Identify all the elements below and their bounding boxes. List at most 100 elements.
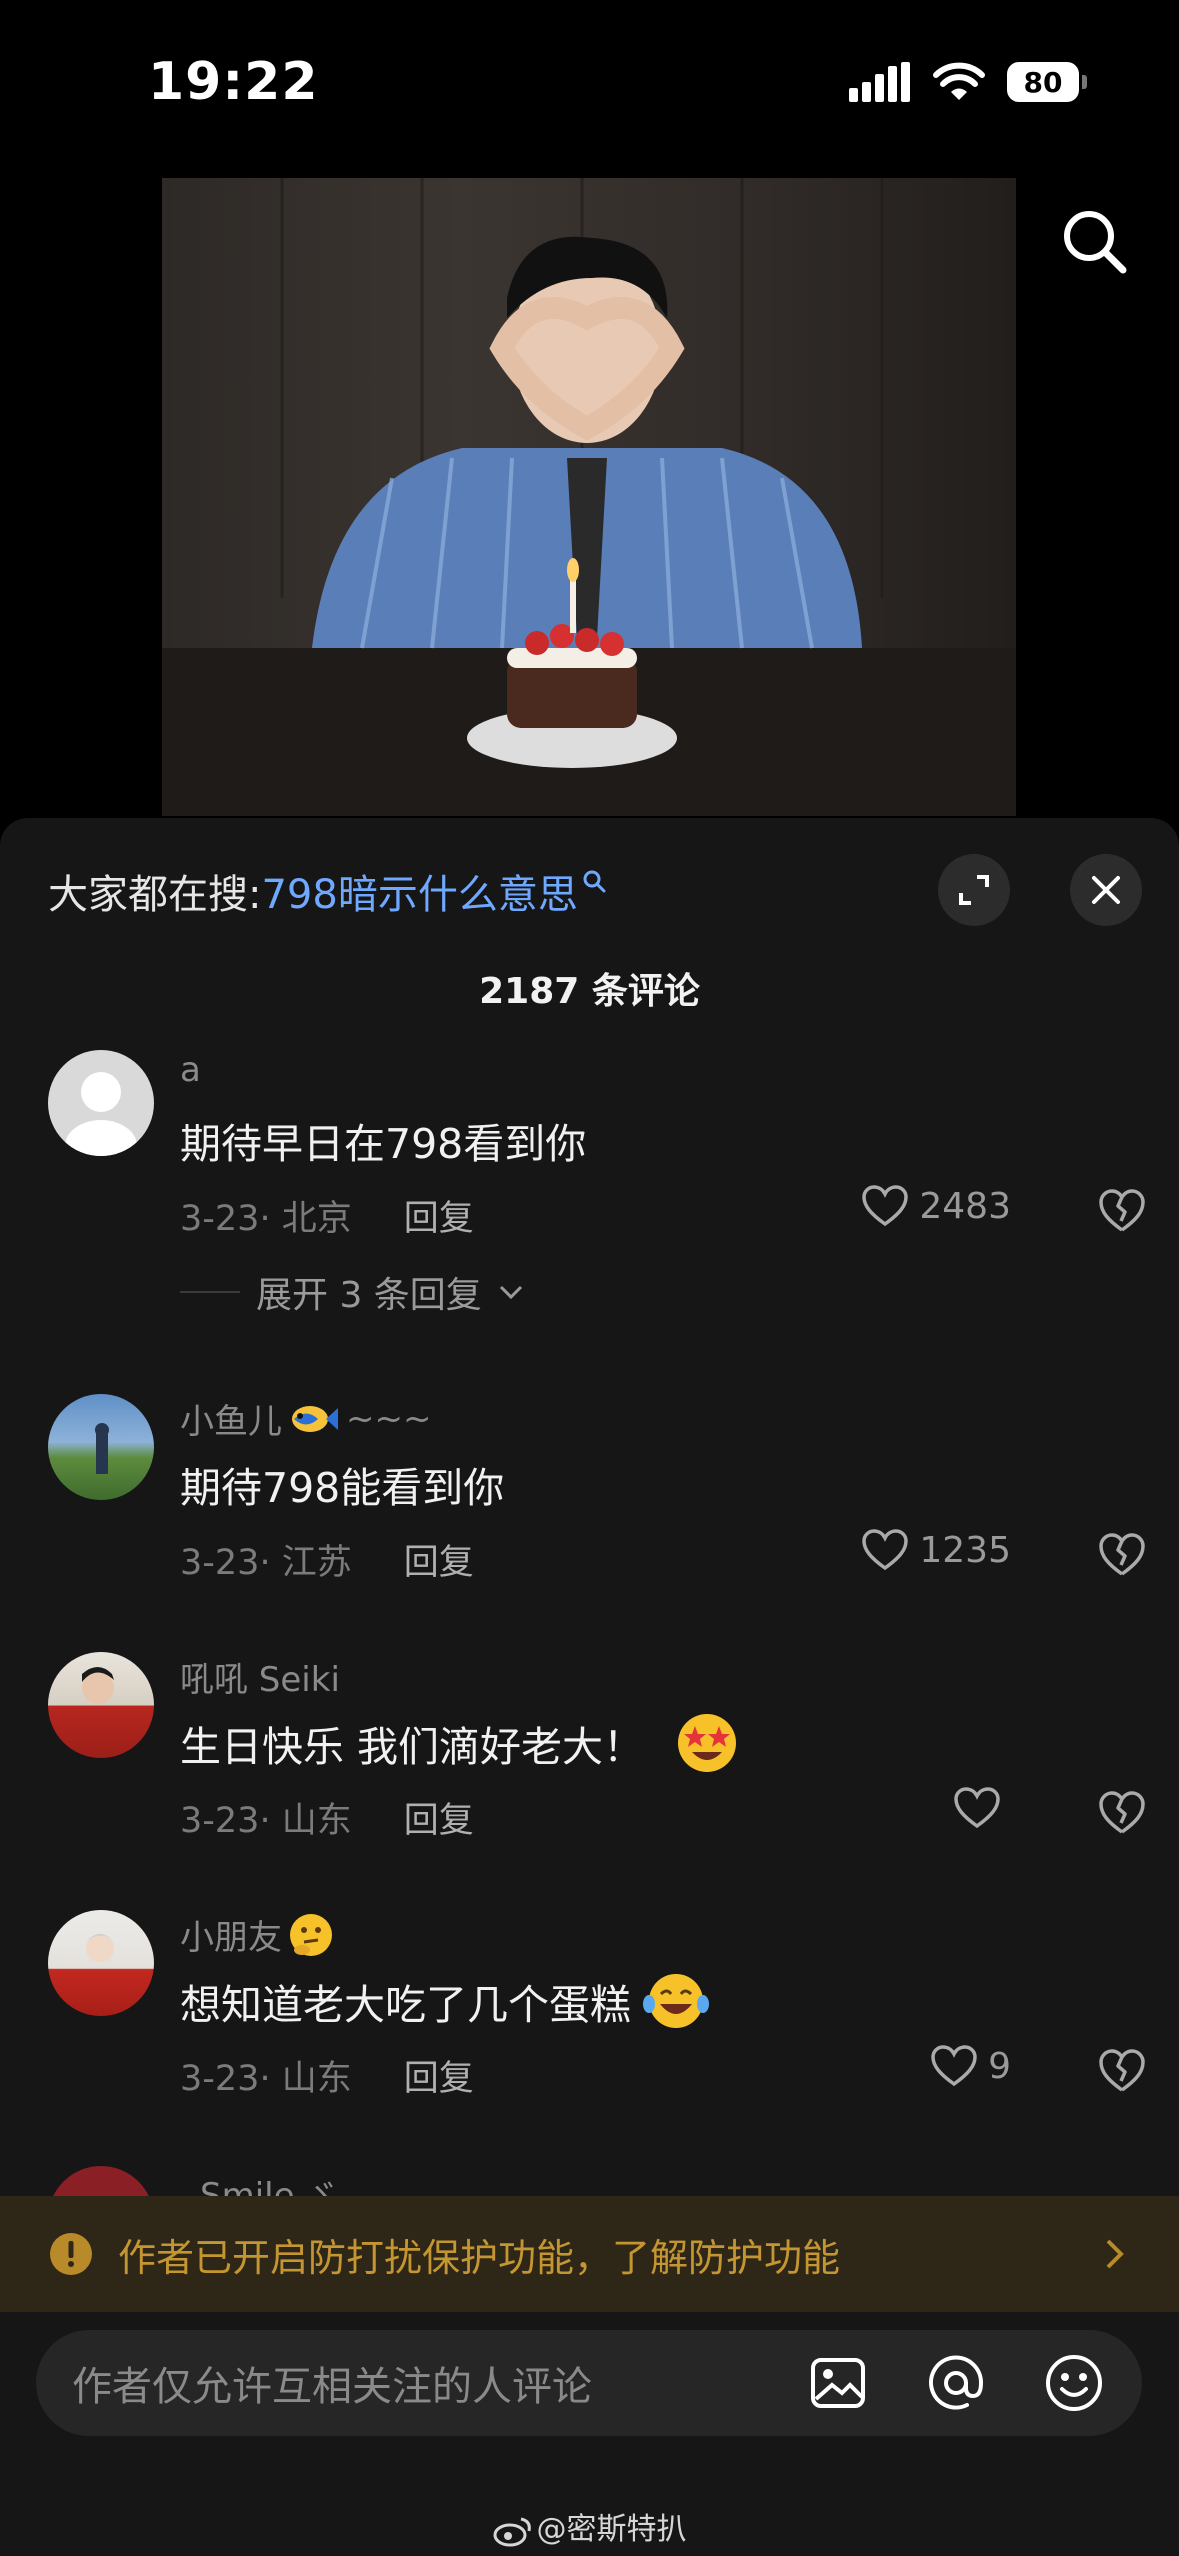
reply-button[interactable]: 回复: [404, 2050, 474, 2101]
comment-text: 期待早日在798看到你: [180, 1110, 586, 1170]
image-button[interactable]: [808, 2353, 868, 2413]
heart-icon: [954, 1787, 1000, 1829]
comment-username[interactable]: Smile ゞ: [200, 2168, 339, 2196]
comment-meta: 3-23· 江苏 回复: [180, 1534, 474, 1585]
comment-username[interactable]: 小朋友: [180, 1910, 334, 1959]
heart-icon: [931, 2045, 977, 2087]
protection-notice[interactable]: 作者已开启防打扰保护功能，了解防护功能: [0, 2196, 1179, 2312]
username-text: 小鱼儿: [180, 1402, 282, 1442]
image-icon: [811, 2358, 865, 2408]
avatar[interactable]: [48, 2166, 154, 2196]
avatar[interactable]: [48, 1394, 154, 1500]
comment-input[interactable]: 作者仅允许互相关注的人评论: [72, 2354, 808, 2412]
broken-heart-icon[interactable]: [1097, 2046, 1147, 2096]
comment-date-location: 3-23· 北京: [180, 1199, 352, 1239]
username-text: Smile ゞ: [200, 2176, 340, 2196]
comment-item: Smile ゞ: [0, 2166, 1179, 2196]
fish-icon: [292, 1405, 338, 1432]
close-icon: [1092, 876, 1120, 904]
comment-date: 3-23: [180, 1199, 260, 1239]
comment-date: 3-23: [180, 2059, 260, 2099]
avatar-figure: [95, 1423, 109, 1474]
username-text: 小朋友: [180, 1918, 282, 1958]
tears-of-joy-emoji-icon: [643, 1974, 709, 2028]
notice-text: 作者已开启防打扰保护功能，了解防护功能: [118, 2235, 841, 2280]
warning-icon: [50, 2233, 92, 2275]
expand-replies-label: 展开 3 条回复: [256, 1275, 482, 1316]
search-icon[interactable]: [1059, 206, 1129, 276]
expand-button[interactable]: [938, 854, 1010, 926]
comment-date-location: 3-23· 山东: [180, 1801, 352, 1841]
comment-username[interactable]: 小鱼儿 ~~~: [180, 1394, 431, 1443]
like-count: 9: [988, 2045, 1011, 2087]
broken-heart-icon[interactable]: [1097, 1186, 1147, 1236]
expand-replies[interactable]: 展开 3 条回复: [180, 1266, 524, 1318]
at-sign-icon: [929, 2355, 984, 2410]
comment-username[interactable]: a: [180, 1050, 201, 1090]
broken-heart-icon[interactable]: [1097, 1530, 1147, 1580]
mention-button[interactable]: [926, 2353, 986, 2413]
comment-body: 期待798能看到你: [180, 1464, 505, 1512]
like-count: 2483: [919, 1185, 1011, 1227]
close-button[interactable]: [1070, 854, 1142, 926]
like-button[interactable]: 1235: [861, 1528, 1011, 1572]
comment-username[interactable]: 吼吼 Seiki: [180, 1652, 340, 1701]
photo-illustration: [162, 178, 1016, 816]
comment-meta: 3-23· 山东 回复: [180, 1792, 474, 1843]
broken-heart-icon[interactable]: [1097, 1788, 1147, 1838]
heart-icon: [862, 1185, 909, 1227]
default-avatar-icon: [65, 1072, 137, 1156]
avatar[interactable]: [48, 1050, 154, 1156]
expand-icon: [959, 875, 989, 905]
post-photo[interactable]: [162, 178, 1016, 816]
comment-text: 想知道老大吃了几个蛋糕: [180, 1970, 709, 2032]
chevron-down-icon: [499, 1285, 522, 1300]
emoji-icon: [1046, 2355, 1102, 2411]
cellular-signal-icon: [849, 62, 910, 102]
chevron-right-icon: [1106, 2239, 1124, 2269]
battery-indicator: 80: [1007, 62, 1087, 102]
comment-date: 3-23: [180, 1801, 260, 1841]
avatar[interactable]: [48, 1652, 154, 1758]
username-suffix: ~~~: [346, 1398, 432, 1439]
like-button[interactable]: [953, 1786, 1011, 1830]
reply-button[interactable]: 回复: [404, 1792, 474, 1843]
watermark-text: @密斯特扒: [536, 2512, 687, 2547]
watermark: @密斯特扒: [0, 2504, 1179, 2548]
comment-date-location: 3-23· 江苏: [180, 1543, 352, 1583]
comment-date-location: 3-23· 山东: [180, 2059, 352, 2099]
reply-button[interactable]: 回复: [404, 1534, 474, 1585]
status-icons: 80: [849, 62, 1087, 102]
like-count: 1235: [919, 1529, 1011, 1571]
like-button[interactable]: 2483: [861, 1184, 1011, 1228]
weibo-logo-icon: [493, 2517, 531, 2546]
avatar-figure: [82, 1667, 114, 1704]
hot-search-row[interactable]: 大家都在搜: 798暗示什么意思: [48, 862, 608, 920]
emoji-button[interactable]: [1044, 2353, 1104, 2413]
comment-body: 想知道老大吃了几个蛋糕: [180, 1981, 631, 2029]
username-text: a: [180, 1050, 201, 1090]
wifi-icon: [933, 62, 985, 100]
comment-count: 2187 条评论: [479, 971, 700, 1012]
like-button[interactable]: 9: [930, 2044, 1011, 2088]
hot-search-query[interactable]: 798暗示什么意思: [261, 862, 577, 920]
comment-meta: 3-23· 北京 回复: [180, 1190, 474, 1241]
comment-input-bar[interactable]: 作者仅允许互相关注的人评论: [36, 2330, 1142, 2436]
comment-body: 生日快乐 我们滴好老大！: [180, 1723, 645, 1771]
status-time: 19:22: [148, 52, 319, 112]
comment-text: 期待798能看到你: [180, 1454, 504, 1514]
username-text: 吼吼 Seiki: [180, 1660, 340, 1700]
battery-level: 80: [1023, 65, 1063, 99]
expand-divider: [180, 1291, 240, 1293]
thinking-emoji-icon: [290, 1913, 332, 1956]
star-struck-emoji-icon: [678, 1714, 737, 1772]
hot-search-prefix: 大家都在搜:: [48, 872, 262, 918]
avatar[interactable]: [48, 1910, 154, 2016]
comment-location: 江苏: [281, 1543, 352, 1583]
comment-location: 山东: [281, 1801, 352, 1841]
avatar-figure: [84, 1934, 116, 1962]
reply-button[interactable]: 回复: [404, 1190, 474, 1241]
comment-location: 山东: [281, 2059, 352, 2099]
comment-meta: 3-23· 山东 回复: [180, 2050, 474, 2101]
comment-body: 期待早日在798看到你: [180, 1120, 587, 1168]
